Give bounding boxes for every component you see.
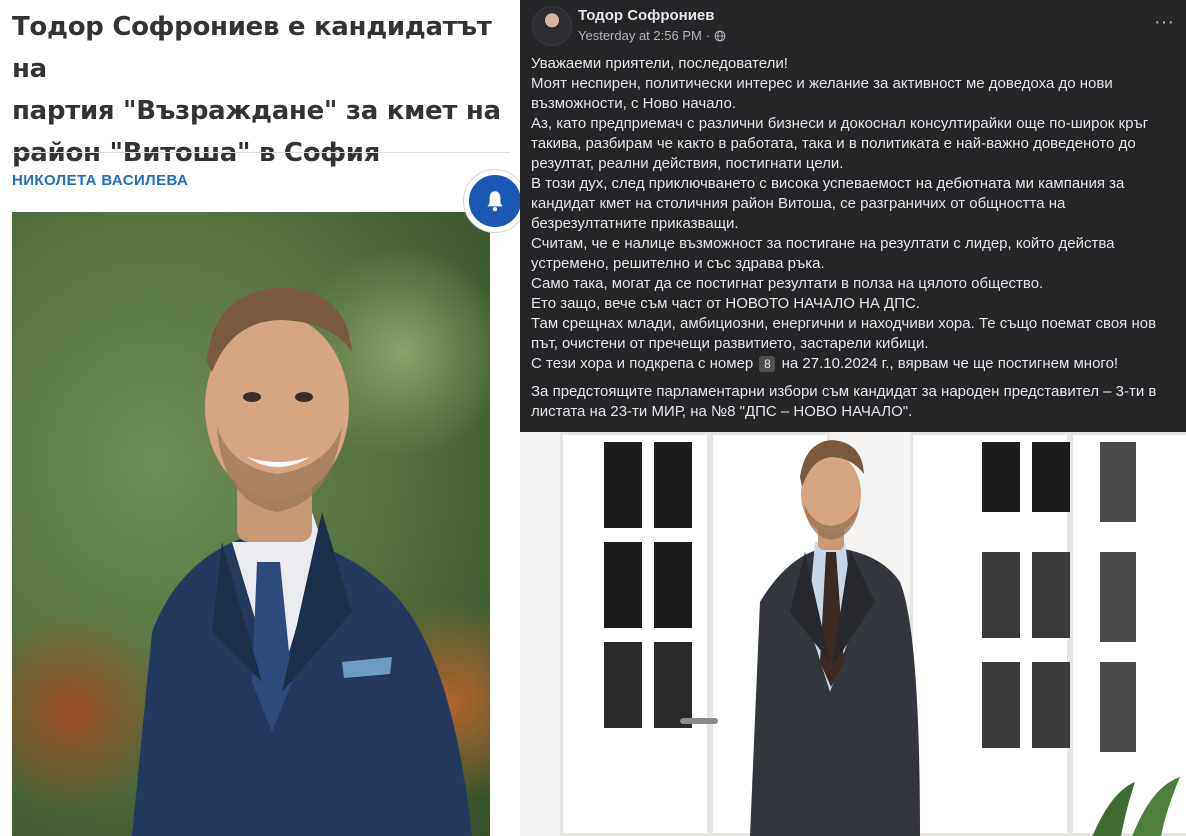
news-article: Тодор Софрониев е кандидатът на партия "…	[0, 0, 520, 836]
post-timestamp[interactable]: Yesterday at 2:56 PM	[578, 28, 702, 43]
more-horizontal-icon: ···	[1154, 11, 1174, 33]
facebook-post: Тодор Софрониев Yesterday at 2:56 PM · ·…	[520, 0, 1186, 836]
article-headline: Тодор Софрониев е кандидатът на партия "…	[12, 6, 512, 174]
post-photo[interactable]	[520, 432, 1186, 836]
article-photo	[12, 212, 490, 836]
post-paragraph: Там срещнах млади, амбициозни, енергични…	[531, 315, 1157, 352]
bell-icon	[487, 191, 503, 212]
post-paragraph: Считам, че е налице възможност за постиг…	[531, 235, 1115, 272]
number-badge: 8	[759, 356, 776, 372]
meta-separator: ·	[705, 28, 711, 43]
post-author-name[interactable]: Тодор Софрониев	[578, 7, 715, 24]
post-meta: Yesterday at 2:56 PM ·	[578, 28, 726, 43]
standing-man-illustration	[750, 440, 920, 836]
post-paragraph: Уважаеми приятели, последователи!	[531, 55, 788, 72]
post-body: Уважаеми приятели, последователи! Моят н…	[531, 54, 1177, 422]
avatar[interactable]	[532, 6, 572, 46]
article-author-link[interactable]: НИКОЛЕТА ВАСИЛЕВА	[12, 172, 188, 189]
post-paragraph: Аз, като предприемач с различни бизнеси …	[531, 115, 1149, 172]
post-paragraph: Моят неспирен, политически интерес и жел…	[531, 75, 1113, 112]
more-options-button[interactable]: ···	[1150, 12, 1178, 36]
divider	[12, 152, 510, 153]
post-paragraph: Ето защо, вече съм част от НОВОТО НАЧАЛО…	[531, 295, 920, 312]
post-paragraph: Само така, могат да се постигнат резулта…	[531, 275, 1044, 292]
portrait-illustration	[132, 287, 472, 836]
globe-icon	[714, 30, 726, 41]
headline-line: партия "Възраждане" за кмет на	[12, 96, 501, 126]
plant-illustration	[1092, 777, 1180, 836]
notification-bell-button[interactable]	[464, 170, 520, 232]
headline-line: район "Витоша" в София	[12, 138, 381, 168]
headline-line: Тодор Софрониев е кандидатът на	[12, 12, 492, 84]
post-closing: За предстоящите парламентарни избори съм…	[531, 383, 1157, 420]
post-paragraph-with-number: С тези хора и подкрепа с номер 8 на 27.1…	[531, 355, 1119, 372]
post-paragraph: В този дух, след приключването с висока …	[531, 175, 1125, 232]
